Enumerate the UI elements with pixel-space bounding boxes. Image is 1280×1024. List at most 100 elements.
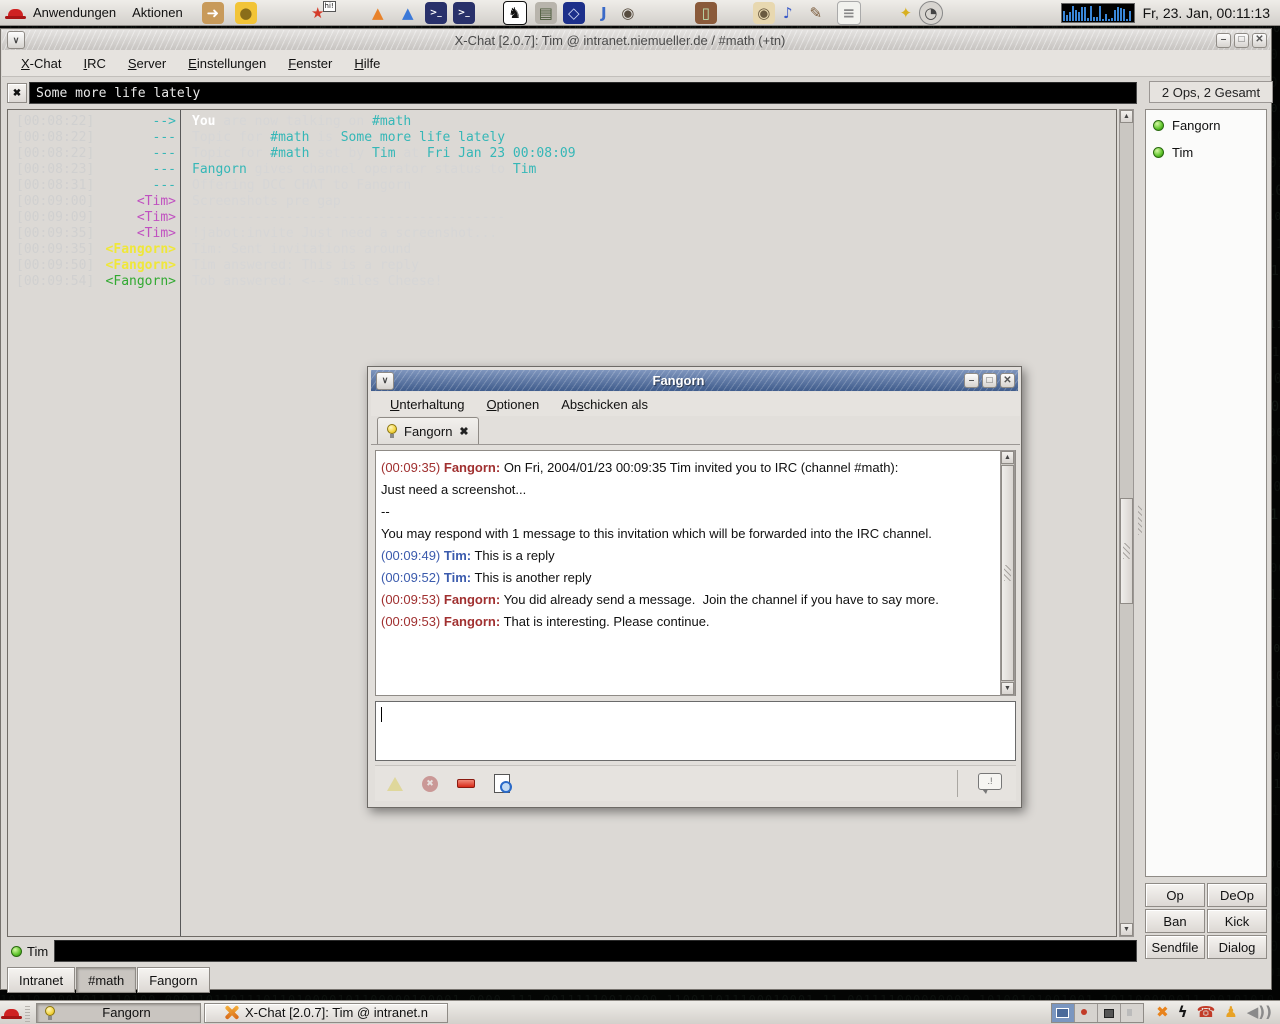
applications-menu[interactable]: Anwendungen xyxy=(8,5,120,20)
dialog-minimize-button[interactable]: – xyxy=(964,373,979,388)
channel-tab-intranet[interactable]: Intranet xyxy=(7,967,75,993)
window-menu-button[interactable]: ∨ xyxy=(7,31,25,49)
kick-button[interactable]: Kick xyxy=(1207,909,1267,933)
terminal-icon[interactable]: >_ xyxy=(425,2,447,24)
workspace-3[interactable] xyxy=(1098,1004,1121,1022)
menu-server[interactable]: Server xyxy=(117,52,177,75)
lightbulb-icon xyxy=(387,424,397,438)
hide-topic-button[interactable]: ✖ xyxy=(7,83,27,103)
music-note-icon[interactable]: ♪ xyxy=(777,2,799,24)
dialog-title: Fangorn xyxy=(396,373,961,388)
dialog-message-input[interactable] xyxy=(375,701,1016,761)
dialog-scrollbar[interactable]: ▲ ▼ xyxy=(1000,450,1015,696)
pda-icon[interactable]: ▤ xyxy=(535,2,557,24)
star-smiley-icon[interactable]: ★hi! xyxy=(307,2,329,24)
op-button[interactable]: Op xyxy=(1145,883,1205,907)
system-monitor-graph[interactable] xyxy=(1061,3,1135,23)
menu-fenster[interactable]: Fenster xyxy=(277,52,343,75)
chat-nick-tag: <Fangorn> xyxy=(100,258,176,274)
terminal-tux-icon[interactable]: >_ xyxy=(453,2,475,24)
blue-flame-icon[interactable]: ▲ xyxy=(397,2,419,24)
redhat-taskbar-icon[interactable] xyxy=(4,1009,19,1017)
dialog-window-menu-button[interactable]: ∨ xyxy=(376,372,394,390)
topic-input[interactable]: Some more life lately xyxy=(29,82,1137,104)
dialog-tab-fangorn[interactable]: Fangorn ✖ xyxy=(377,417,479,444)
maximize-button[interactable]: □ xyxy=(1234,33,1249,48)
lightbulb-icon xyxy=(45,1006,55,1020)
chat-message-text: Topic for #math is Some more life lately xyxy=(192,130,505,146)
xchat-tray-icon[interactable]: ✖ xyxy=(1156,1005,1169,1020)
dialog-close-button[interactable]: ✕ xyxy=(1000,373,1015,388)
red-flame-icon[interactable]: ▲ xyxy=(367,2,389,24)
horse-icon[interactable]: ♞ xyxy=(503,1,527,25)
menu-x-chat[interactable]: X-Chat xyxy=(10,52,72,75)
lightning-bolt-icon[interactable]: ϟ xyxy=(1178,1005,1188,1020)
dialog-titlebar[interactable]: ∨ Fangorn – □ ✕ xyxy=(371,370,1018,391)
deop-button[interactable]: DeOp xyxy=(1207,883,1267,907)
workspace-1[interactable] xyxy=(1052,1004,1075,1022)
panel-clock[interactable]: Fr, 23. Jan, 00:11:13 xyxy=(1143,5,1270,21)
sendfile-button[interactable]: Sendfile xyxy=(1145,935,1205,959)
search-document-icon[interactable] xyxy=(494,774,510,793)
lock-screen-icon[interactable]: ● xyxy=(235,2,257,24)
chat-scrollbar-thumb[interactable] xyxy=(1120,498,1133,604)
actions-menu-label[interactable]: Aktionen xyxy=(128,5,187,20)
handheld-phone-icon[interactable]: ▯ xyxy=(695,2,717,24)
channel-tab-math[interactable]: #math xyxy=(76,967,136,993)
keys-icon[interactable]: ✦ xyxy=(895,2,917,24)
taskbar-task-fangorn[interactable]: Fangorn xyxy=(36,1003,201,1023)
dialog-message-area[interactable]: (00:09:35) Fangorn: On Fri, 2004/01/23 0… xyxy=(375,450,1016,696)
volume-icon[interactable]: ◀)) xyxy=(1247,1005,1272,1020)
workspace-4[interactable] xyxy=(1121,1004,1143,1022)
tab-close-icon[interactable]: ✖ xyxy=(459,425,468,438)
menu-einstellungen[interactable]: Einstellungen xyxy=(177,52,277,75)
dialog-scrollbar-thumb[interactable] xyxy=(1001,465,1014,681)
scroll-down-button[interactable]: ▼ xyxy=(1120,923,1133,936)
applications-menu-label[interactable]: Anwendungen xyxy=(29,5,120,20)
clock-gauge-icon[interactable]: ◔ xyxy=(919,1,943,25)
workspace-pager[interactable] xyxy=(1051,1003,1144,1023)
block-icon[interactable]: ✖ xyxy=(422,776,438,792)
chat-line: [00:09:35]<Tim>!jabot:invite Just need a… xyxy=(8,226,1116,242)
chat-nick-tag: --- xyxy=(100,178,176,194)
warning-icon[interactable] xyxy=(387,777,403,791)
dialog-scroll-down-button[interactable]: ▼ xyxy=(1001,682,1014,695)
menu-irc[interactable]: IRC xyxy=(72,52,116,75)
scroll-up-button[interactable]: ▲ xyxy=(1120,110,1133,123)
minimize-button[interactable]: – xyxy=(1216,33,1231,48)
taskbar-task-xchat[interactable]: X-Chat [2.0.7]: Tim @ intranet.n xyxy=(204,1003,448,1023)
dialog-scroll-up-button[interactable]: ▲ xyxy=(1001,451,1014,464)
dialog-message: -- xyxy=(381,501,1010,523)
spy-search-icon[interactable]: ◉ xyxy=(617,2,639,24)
actions-menu[interactable]: Aktionen xyxy=(128,5,187,20)
menu-hilfe[interactable]: Hilfe xyxy=(343,52,391,75)
dialog-menu-optionen[interactable]: Optionen xyxy=(475,393,550,416)
logout-door-icon[interactable]: ➜ xyxy=(202,2,224,24)
gimp-icon[interactable]: ✎ xyxy=(805,2,827,24)
dialog-button[interactable]: Dialog xyxy=(1207,935,1267,959)
telephone-icon[interactable]: ☎ xyxy=(1197,1005,1216,1020)
ban-button[interactable]: Ban xyxy=(1145,909,1205,933)
top-panel: Anwendungen Aktionen ➜●★hi!▲▲>_>_♞▤◇J◉▯◉… xyxy=(0,0,1280,26)
workspace-2[interactable] xyxy=(1075,1004,1098,1022)
dialog-menu-unterhaltung[interactable]: Unterhaltung xyxy=(379,393,475,416)
dialog-menu-abschicken-als[interactable]: Abschicken als xyxy=(550,393,659,416)
dialog-text: This is another reply xyxy=(471,570,591,585)
close-button[interactable]: ✕ xyxy=(1252,33,1267,48)
user-list-item-tim[interactable]: Tim xyxy=(1146,139,1266,166)
speaker-box-icon[interactable]: ◉ xyxy=(753,2,775,24)
chat-bubble-icon[interactable]: .! xyxy=(978,773,1002,790)
chat-scrollbar[interactable]: ▲ ▼ xyxy=(1119,109,1134,937)
dialog-maximize-button[interactable]: □ xyxy=(982,373,997,388)
remove-icon[interactable] xyxy=(457,779,475,788)
person-icon[interactable]: ♟ xyxy=(1224,1005,1237,1020)
wire-cube-icon[interactable]: ◇ xyxy=(563,2,585,24)
main-window-title: X-Chat [2.0.7]: Tim @ intranet.niemuelle… xyxy=(27,33,1213,48)
main-window-titlebar[interactable]: ∨ X-Chat [2.0.7]: Tim @ intranet.niemuel… xyxy=(2,30,1270,50)
message-input[interactable] xyxy=(54,940,1137,962)
pane-splitter[interactable] xyxy=(1137,109,1143,937)
jabber-icon[interactable]: J xyxy=(593,2,615,24)
notes-icon[interactable]: ≡ xyxy=(837,1,861,25)
user-list-item-fangorn[interactable]: Fangorn xyxy=(1146,112,1266,139)
channel-tab-fangorn[interactable]: Fangorn xyxy=(137,967,209,993)
